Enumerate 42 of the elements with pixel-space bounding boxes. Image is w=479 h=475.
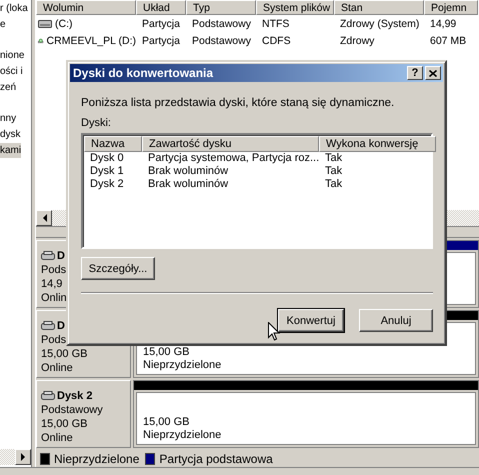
disk-status: Onlin	[41, 291, 67, 305]
list-label: Dyski:	[81, 117, 112, 129]
table-cell: Zdrowy (System)	[340, 18, 420, 30]
dialog-message: Poniższa lista przedstawia dyski, które staną się dynamiczne.	[81, 97, 396, 109]
list-cell-text: Tak	[324, 178, 344, 191]
disk-status: Online	[41, 431, 73, 445]
disk-size: 14,9	[41, 277, 62, 291]
table-cell: NTFS	[262, 18, 290, 30]
list-cell-text: Brak woluminów	[147, 165, 230, 178]
disk-type: Pods	[41, 333, 66, 347]
dialog-title: Dyski do konwertowania	[73, 66, 214, 80]
disk-size: 15,00 GB	[41, 417, 88, 431]
list-cell-text: Dysk 2	[89, 178, 125, 191]
table-cell: 14,99	[430, 18, 456, 30]
list-cell-text: Tak	[324, 165, 344, 178]
disk-type: Pods	[41, 263, 66, 277]
table-cell: (C:)	[55, 18, 72, 30]
table-cell: Partycja	[142, 18, 180, 30]
disk-name: D	[57, 249, 65, 263]
disk-name: D	[57, 319, 65, 333]
table-cell: Podstawowy	[192, 34, 251, 46]
partition-label: Nieprzydzielone	[143, 359, 222, 372]
legend-label: Partycja podstawowa	[159, 452, 273, 466]
partition-size: 15,00 GB	[143, 416, 190, 429]
disk-type: Podstawowy	[41, 403, 103, 417]
disk-size: 15,00 GB	[41, 347, 88, 361]
list-cell-text: Dysk 0	[89, 152, 125, 165]
partition-label: Nieprzydzielone	[143, 429, 222, 442]
list-cell-text: Brak woluminów	[147, 178, 230, 191]
table-cell: Partycja	[142, 34, 180, 46]
table-cell: CDFS	[262, 34, 291, 46]
disk-name: Dysk 2	[57, 389, 92, 403]
legend-label: Nieprzydzielone	[54, 452, 140, 466]
disk-status: Online	[41, 361, 73, 375]
list-cell-text: Tak	[324, 152, 344, 165]
list-cell-text: Dysk 1	[89, 165, 125, 178]
list-cell-text: Partycja systemowa, Partycja roz...	[147, 152, 319, 165]
table-cell: 607 MB	[430, 34, 466, 46]
table-cell: Podstawowy	[192, 18, 251, 30]
table-cell: Zdrowy	[340, 34, 374, 46]
partition-size: 15,00 GB	[143, 346, 190, 359]
table-cell: CRMEEVL_PL (D:)	[46, 34, 136, 46]
